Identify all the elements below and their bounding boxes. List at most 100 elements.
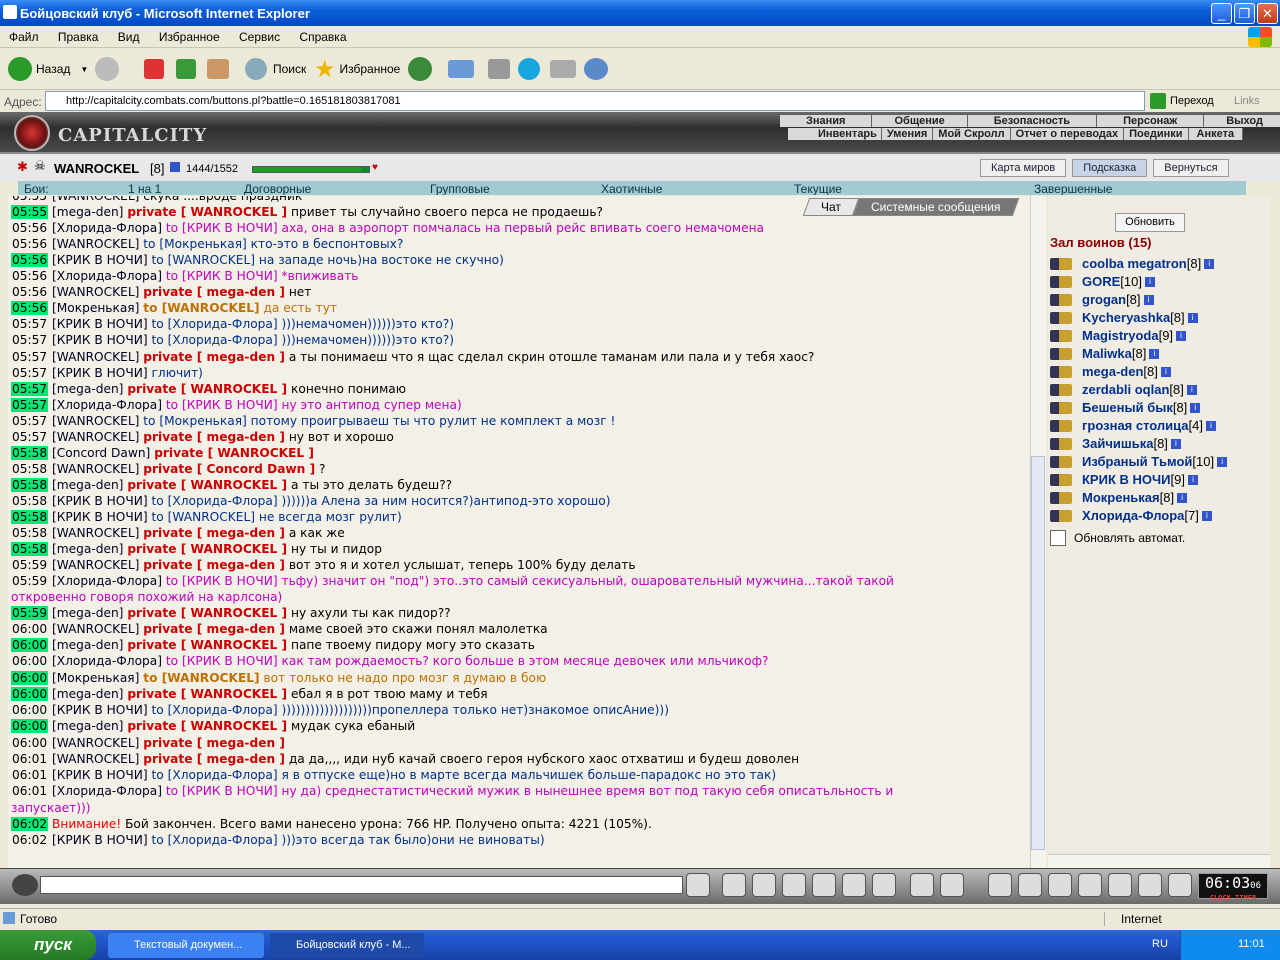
chat-time[interactable]: 05:56 <box>11 301 49 316</box>
nav-knowledge[interactable]: Знания <box>780 115 873 127</box>
chat-sender[interactable]: [WANROCKEL] <box>52 414 139 428</box>
player-entry-name[interactable]: Хлорида-Флора <box>1082 508 1184 523</box>
save-icon[interactable] <box>782 873 806 897</box>
chat-sender[interactable]: [WANROCKEL] <box>52 622 139 636</box>
player-entry[interactable]: Magistryoda [9] i <box>1050 328 1187 343</box>
player-entry[interactable]: mega-den [8] i <box>1050 364 1171 379</box>
player-entry-name[interactable]: mega-den <box>1082 364 1143 379</box>
nav-skills[interactable]: Умения <box>881 128 934 140</box>
player-entry-name[interactable]: грозная столица <box>1082 418 1189 433</box>
messenger-button[interactable] <box>584 54 608 84</box>
chat-sender[interactable]: [Мокренькая] <box>52 671 139 685</box>
chat-sender[interactable]: [WANROCKEL] <box>52 752 139 766</box>
nav-communication[interactable]: Общение <box>872 115 968 127</box>
player-info-icon[interactable]: i <box>1176 330 1187 341</box>
skype-button[interactable] <box>518 54 540 84</box>
private-target[interactable]: private [ mega-den ] <box>143 285 285 299</box>
chat-time[interactable]: 05:56 <box>11 269 48 283</box>
player-entry[interactable]: Kycheryashka [8] i <box>1050 310 1198 325</box>
chat-time[interactable]: 06:00 <box>11 654 48 668</box>
player-status-icon[interactable] <box>1050 311 1072 324</box>
address-input[interactable]: http://capitalcity.combats.com/buttons.p… <box>45 91 1145 111</box>
menu-tools[interactable]: Сервис <box>230 26 287 44</box>
history-button[interactable] <box>408 54 432 84</box>
private-target[interactable]: private [ mega-den ] <box>143 558 285 572</box>
chat-time[interactable]: 05:56 <box>11 237 48 251</box>
chat-log[interactable]: 05:55 [WANROCKEL] скука ....вроде праздн… <box>8 196 1030 868</box>
private-target[interactable]: private [ mega-den ] <box>143 526 285 540</box>
chat-time[interactable]: 05:58 <box>11 445 49 460</box>
nav-security[interactable]: Безопасность <box>967 115 1098 127</box>
return-button[interactable]: Вернуться <box>1153 159 1229 177</box>
task-fight-club[interactable]: Бойцовский клуб - М... <box>270 933 424 958</box>
chat-time[interactable]: 05:55 <box>11 196 48 203</box>
nav-profile[interactable]: Анкета <box>1188 128 1244 140</box>
chat-time[interactable]: 05:57 <box>11 414 48 428</box>
private-target[interactable]: private [ WANROCKEL ] <box>127 478 287 492</box>
chat-time[interactable]: 06:00 <box>11 670 49 685</box>
chat-sender[interactable]: [WANROCKEL] <box>52 285 139 299</box>
task-text-document[interactable]: Текстовый докумен... <box>108 933 264 958</box>
player-info-icon[interactable]: i <box>1143 294 1154 305</box>
chat-sender[interactable]: Внимание! <box>52 817 121 831</box>
chat-sender[interactable]: [КРИК В НОЧИ] <box>52 494 148 508</box>
to-target[interactable]: to [КРИК В НОЧИ] <box>166 784 278 798</box>
nav-battles[interactable]: Поединки <box>1124 128 1189 140</box>
player-status-icon[interactable] <box>1050 257 1072 270</box>
chat-sender[interactable]: [mega-den] <box>52 478 123 492</box>
chat-input[interactable] <box>40 876 683 894</box>
nav-exit[interactable]: Выход <box>1204 115 1280 127</box>
player-entry[interactable]: КРИК В НОЧИ [9] i <box>1050 472 1198 487</box>
menu-view[interactable]: Вид <box>109 26 147 44</box>
player-name[interactable]: WANROCKEL <box>54 161 139 176</box>
player-entry-name[interactable]: Зайчишька <box>1082 436 1153 451</box>
to-target[interactable]: to [Хлорида-Флора] <box>152 833 278 847</box>
search-button[interactable]: Поиск <box>245 54 306 84</box>
tab-chat[interactable]: Чат <box>802 198 860 216</box>
chat-time[interactable]: 05:58 <box>11 494 48 508</box>
chat-time[interactable]: 05:57 <box>11 317 48 331</box>
player-info-icon[interactable]: i <box>1190 402 1201 413</box>
player-entry[interactable]: Зайчишька [8] i <box>1050 436 1181 451</box>
player-status-icon[interactable] <box>1050 437 1072 450</box>
chat-sender[interactable]: [WANROCKEL] <box>52 736 139 750</box>
info-icon[interactable] <box>170 162 180 172</box>
to-target[interactable]: to [Хлорида-Флора] <box>152 494 278 508</box>
chat-time[interactable]: 06:02 <box>11 816 49 831</box>
player-status-icon[interactable] <box>1050 347 1072 360</box>
player-entry-name[interactable]: grogan <box>1082 292 1126 307</box>
chat-time[interactable]: 05:57 <box>11 381 49 396</box>
chat-sender[interactable]: [Мокренькая] <box>52 301 139 315</box>
chat-time[interactable]: 06:01 <box>11 784 48 798</box>
fighter-icon[interactable] <box>812 873 836 897</box>
chat-sender[interactable]: [WANROCKEL] <box>52 196 139 203</box>
send-icon[interactable] <box>686 873 710 897</box>
nav-transfers[interactable]: Отчет о переводах <box>1010 128 1125 140</box>
player-entry-name[interactable]: GORE <box>1082 274 1120 289</box>
chat-sender[interactable]: [Хлорида-Флора] <box>52 269 162 283</box>
tab-finished[interactable]: Завершенные <box>1034 182 1112 195</box>
private-target[interactable]: private [ mega-den ] <box>143 622 285 636</box>
action-1-icon[interactable] <box>988 873 1012 897</box>
player-entry[interactable]: Хлорида-Флора [7] i <box>1050 508 1212 523</box>
refresh-button[interactable]: Обновить <box>1115 213 1185 232</box>
exit-icon[interactable] <box>1168 873 1192 897</box>
to-target[interactable]: to [Хлорида-Флора] <box>152 317 278 331</box>
player-status-icon[interactable] <box>1050 383 1072 396</box>
chat-scroll-thumb[interactable] <box>1031 456 1045 850</box>
chat-time[interactable]: 05:59 <box>11 606 49 621</box>
chat-time[interactable]: 05:58 <box>11 477 49 492</box>
player-entry[interactable]: Избраный Тьмой [10] i <box>1050 454 1228 469</box>
private-target[interactable]: private [ WANROCKEL ] <box>127 606 287 620</box>
private-target[interactable]: private [ mega-den ] <box>143 752 285 766</box>
private-target[interactable]: private [ mega-den ] <box>143 430 285 444</box>
to-target[interactable]: to [WANROCKEL] <box>152 253 256 267</box>
chat-time[interactable]: 05:56 <box>11 253 49 268</box>
chat-time[interactable]: 05:59 <box>11 574 48 588</box>
mail-button[interactable] <box>448 54 474 84</box>
player-entry-name[interactable]: Избраный Тьмой <box>1082 454 1192 469</box>
player-info-icon[interactable]: i <box>1149 348 1160 359</box>
to-target[interactable]: to [КРИК В НОЧИ] <box>166 398 278 412</box>
chat-time[interactable]: 05:55 <box>11 205 49 220</box>
player-entry-name[interactable]: Kycheryashka <box>1082 310 1170 325</box>
